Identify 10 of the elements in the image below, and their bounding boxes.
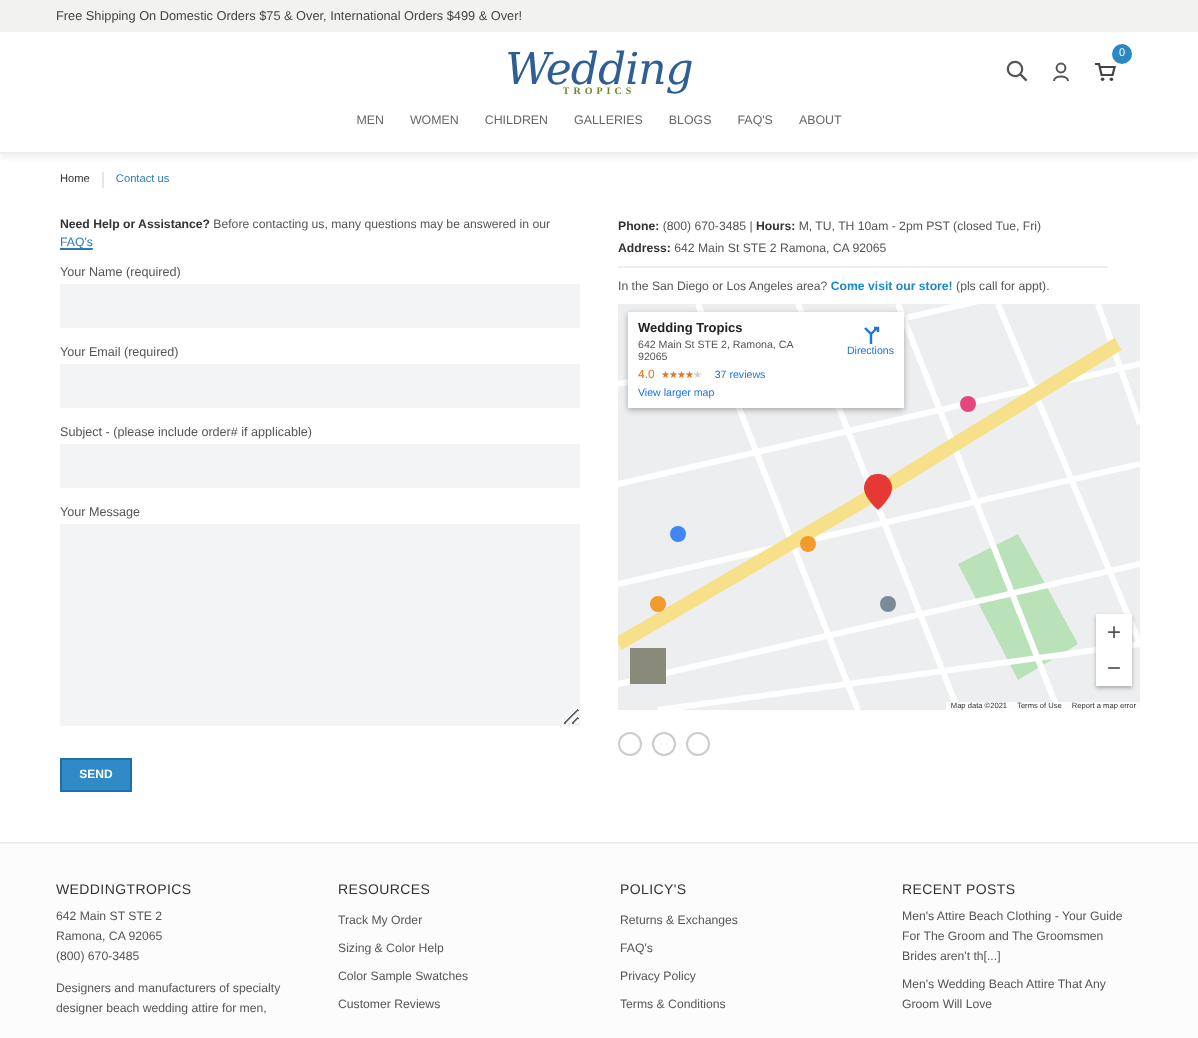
zoom-in-button[interactable]: + <box>1096 614 1132 650</box>
cart-icon[interactable] <box>1094 61 1116 81</box>
search-icon[interactable] <box>1006 60 1028 82</box>
carousel-dot[interactable] <box>652 732 676 756</box>
message-field[interactable] <box>60 524 580 726</box>
zoom-out-button[interactable]: − <box>1096 650 1132 686</box>
directions-icon <box>861 326 880 344</box>
user-icon[interactable] <box>1052 61 1070 81</box>
carousel-dot[interactable] <box>686 732 710 756</box>
carousel-dot[interactable] <box>618 732 642 756</box>
